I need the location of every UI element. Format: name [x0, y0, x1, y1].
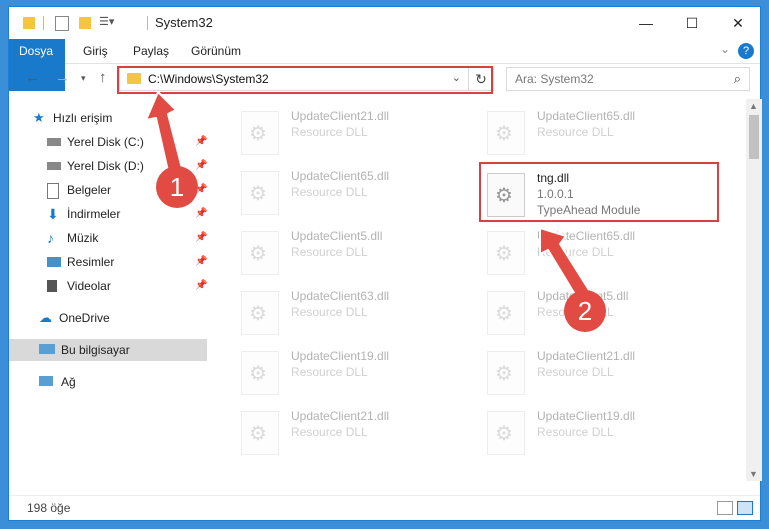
step-1-badge: 1: [156, 166, 198, 208]
annotation-arrows: [145, 91, 595, 307]
step-2-badge: 2: [564, 290, 606, 332]
